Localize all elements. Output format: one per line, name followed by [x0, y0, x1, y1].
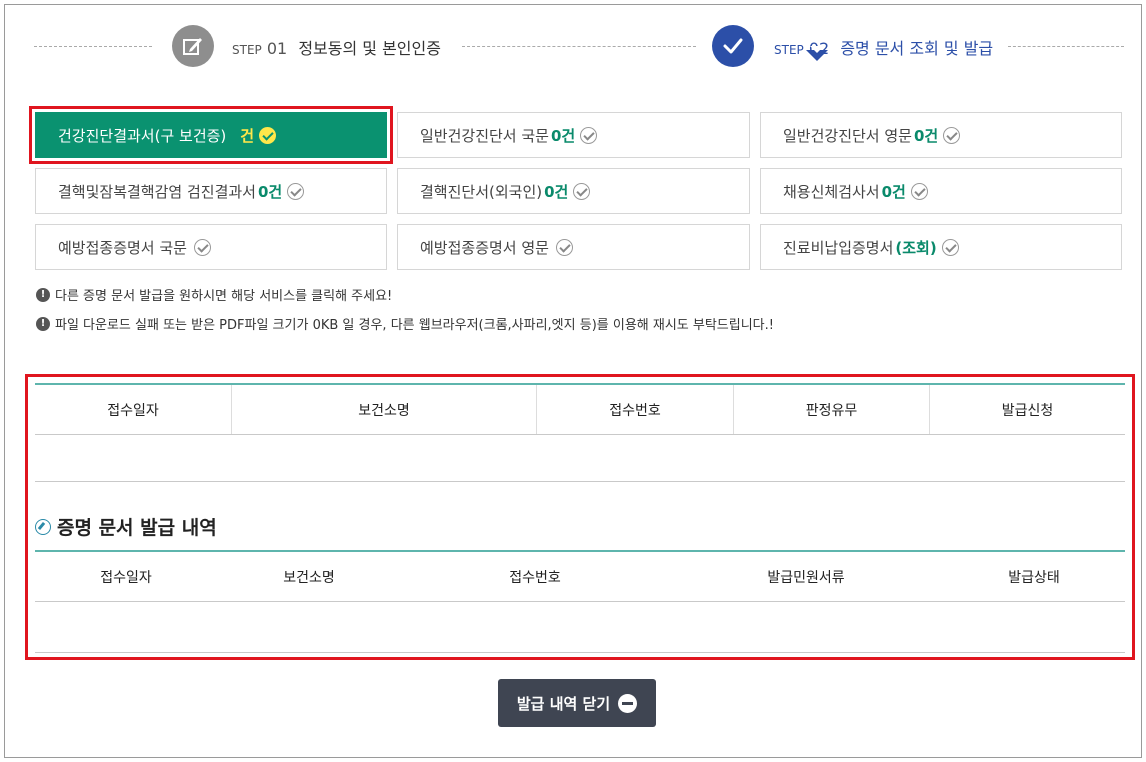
- service-label: 예방접종증명서 국문: [58, 238, 187, 257]
- check-circle-icon: [941, 238, 959, 256]
- service-label: 일반건강진단서 국문: [420, 126, 549, 145]
- service-tb-screening[interactable]: 결핵및잠복결핵감염 검진결과서 0건: [35, 168, 387, 214]
- check-circle-icon: [287, 182, 305, 200]
- step-01: STEP 01 정보동의 및 본인인증: [232, 35, 441, 59]
- service-general-cert-ko[interactable]: 일반건강진단서 국문 0건: [397, 112, 750, 158]
- check-circle-icon: [573, 182, 591, 200]
- notice-2: ! 파일 다운로드 실패 또는 받은 PDF파일 크기가 0KB 일 경우, 다…: [36, 314, 774, 333]
- service-count: 0건: [550, 126, 576, 145]
- checkmark-icon: [712, 25, 754, 67]
- service-employment-exam[interactable]: 채용신체검사서 0건: [760, 168, 1122, 214]
- current-step-caret: [806, 46, 828, 61]
- service-count: 0건: [913, 126, 939, 145]
- service-label: 결핵진단서(외국인): [420, 182, 543, 201]
- notice-text: 파일 다운로드 실패 또는 받은 PDF파일 크기가 0KB 일 경우, 다른 …: [55, 318, 774, 333]
- step-divider: [34, 46, 152, 47]
- service-tb-foreigner[interactable]: 결핵진단서(외국인) 0건: [397, 168, 750, 214]
- highlight-box: [29, 106, 393, 164]
- step-prefix: STEP: [232, 43, 262, 57]
- step-divider: [462, 46, 696, 47]
- service-count: (조회): [895, 238, 937, 257]
- step-indicator: STEP 01 정보동의 및 본인인증 STEP 02 증명 문서 조회 및 발…: [34, 20, 1124, 80]
- minus-circle-icon: [618, 693, 638, 713]
- service-label: 결핵및잠복결핵감염 검진결과서: [58, 182, 256, 201]
- exclamation-icon: !: [36, 287, 50, 302]
- service-label: 예방접종증명서 영문: [420, 238, 549, 257]
- exclamation-icon: !: [36, 316, 50, 331]
- service-general-cert-en[interactable]: 일반건강진단서 영문 0건: [760, 112, 1122, 158]
- step-label: 정보동의 및 본인인증: [298, 39, 441, 58]
- service-vaccination-ko[interactable]: 예방접종증명서 국문: [35, 224, 387, 270]
- check-circle-icon: [910, 182, 928, 200]
- check-circle-icon: [193, 238, 211, 256]
- service-medical-payment[interactable]: 진료비납입증명서 (조회): [760, 224, 1122, 270]
- close-history-button[interactable]: 발급 내역 닫기: [498, 679, 656, 727]
- service-label: 채용신체검사서: [783, 182, 880, 201]
- highlight-box: [25, 374, 1135, 660]
- check-circle-icon: [580, 126, 598, 144]
- service-label: 진료비납입증명서: [783, 238, 894, 257]
- service-count: 0건: [881, 182, 906, 201]
- service-vaccination-en[interactable]: 예방접종증명서 영문: [397, 224, 750, 270]
- notice-text: 다른 증명 문서 발급을 원하시면 해당 서비스를 클릭해 주세요!: [55, 289, 393, 304]
- close-history-label: 발급 내역 닫기: [516, 694, 611, 713]
- service-count: 0건: [257, 182, 283, 201]
- step-prefix: STEP: [774, 43, 804, 57]
- check-circle-icon: [555, 238, 573, 256]
- check-circle-icon: [943, 126, 961, 144]
- service-count: 0건: [544, 182, 569, 201]
- notice-1: ! 다른 증명 문서 발급을 원하시면 해당 서비스를 클릭해 주세요!: [36, 285, 392, 304]
- service-label: 일반건강진단서 영문: [783, 126, 912, 145]
- edit-icon: [172, 25, 214, 67]
- step-divider: [1008, 46, 1124, 47]
- step-number: 01: [266, 39, 288, 58]
- step-label: 증명 문서 조회 및 발급: [840, 39, 994, 58]
